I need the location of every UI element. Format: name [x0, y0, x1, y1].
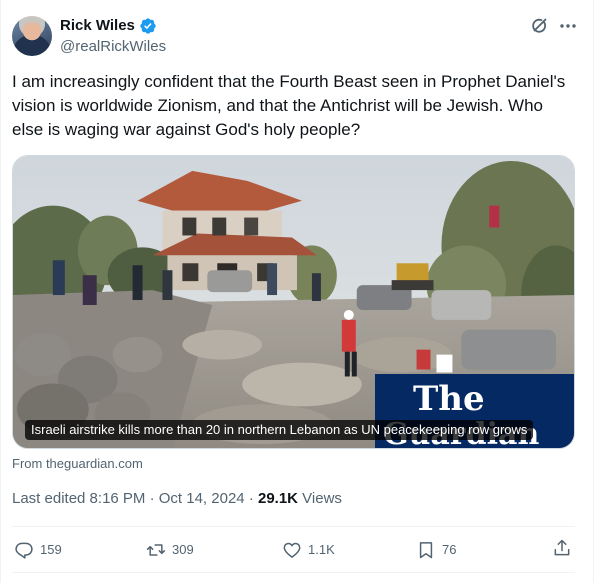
verified-badge-icon[interactable]: [139, 17, 157, 35]
more-icon[interactable]: [558, 16, 578, 36]
link-source[interactable]: From theguardian.com: [12, 456, 143, 472]
bookmark-count: 76: [442, 542, 457, 557]
reply-button[interactable]: 159: [14, 538, 62, 562]
tweet-text: I am increasingly confident that the Fou…: [12, 72, 566, 139]
guardian-logo-the: The: [413, 379, 485, 419]
share-button[interactable]: [552, 538, 572, 558]
link-card-media[interactable]: The Guardian Israeli airstrike kills mor…: [12, 155, 575, 449]
divider: [12, 526, 575, 527]
grok-icon[interactable]: [530, 16, 550, 36]
repost-icon: [146, 544, 166, 556]
bookmark-button[interactable]: 76: [416, 538, 456, 562]
repost-count: 309: [172, 542, 194, 557]
reply-icon: [15, 542, 33, 559]
bottom-divider: [12, 572, 575, 573]
bookmark-icon: [419, 542, 433, 559]
views-count[interactable]: 29.1K: [258, 490, 298, 507]
repost-button[interactable]: 309: [146, 538, 194, 562]
action-bar: 159 309 1.1K 76: [0, 538, 594, 564]
link-card-title[interactable]: Israeli airstrike kills more than 20 in …: [25, 420, 534, 440]
avatar[interactable]: [12, 16, 52, 56]
views-label: Views: [298, 490, 342, 507]
like-count: 1.1K: [308, 542, 335, 557]
reply-count: 159: [40, 542, 62, 557]
like-button[interactable]: 1.1K: [282, 538, 335, 562]
author-name-row: Rick Wiles: [60, 16, 157, 36]
display-name[interactable]: Rick Wiles: [60, 16, 135, 36]
share-icon: [554, 539, 570, 556]
heart-icon: [283, 542, 301, 558]
tweet-meta: Last edited 8:16 PM · Oct 14, 2024 · 29.…: [12, 489, 342, 509]
left-border: [0, 0, 1, 583]
author-handle[interactable]: @realRickWiles: [60, 37, 166, 57]
edited-timestamp[interactable]: Last edited 8:16 PM · Oct 14, 2024 ·: [12, 490, 258, 507]
